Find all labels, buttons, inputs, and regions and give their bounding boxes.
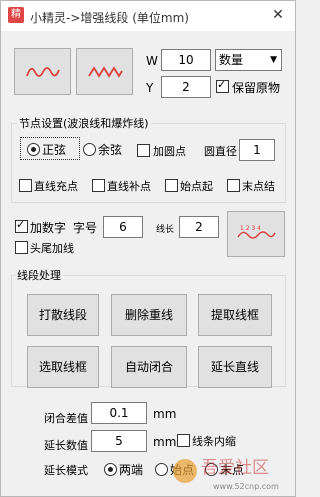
extract-frame-button[interactable]: 提取线框 bbox=[198, 294, 272, 336]
numbered-wave-button[interactable]: 1 2 3 4 bbox=[227, 211, 285, 257]
add-dots-label: 加圆点 bbox=[153, 145, 186, 158]
closure-tolerance-label: 闭合差值 bbox=[44, 412, 88, 425]
closure-tolerance-input[interactable]: 0.1 bbox=[91, 402, 147, 424]
mode-both-ends-radio[interactable] bbox=[104, 463, 117, 476]
title-bar: 精 小精灵->增强线段 (单位mm) ✕ bbox=[1, 1, 295, 31]
add-dots-checkbox[interactable] bbox=[137, 144, 150, 157]
zigzag-wave-icon bbox=[87, 66, 123, 78]
window: 精 小精灵->增强线段 (单位mm) ✕ W 10 数量 ▼ Y 2 保留原物 … bbox=[0, 0, 296, 497]
extend-mode-label: 延长模式 bbox=[44, 464, 88, 477]
zigzag-wave-button[interactable] bbox=[76, 48, 133, 95]
sine-wave-icon bbox=[25, 67, 60, 77]
numbered-wave-icon: 1 2 3 4 bbox=[237, 225, 276, 239]
close-button[interactable]: ✕ bbox=[263, 3, 293, 27]
add-number-checkbox[interactable] bbox=[15, 218, 28, 233]
watermark-url: www.52cnp.com bbox=[213, 482, 279, 491]
line-supplement-label: 直线补点 bbox=[107, 180, 151, 193]
diameter-label: 圆直径 bbox=[204, 145, 237, 158]
extend-value-label: 延长数值 bbox=[44, 439, 88, 452]
line-fill-checkbox[interactable] bbox=[19, 179, 32, 192]
mode-start-radio[interactable] bbox=[155, 463, 168, 476]
closure-unit: mm bbox=[153, 407, 177, 421]
window-title: 小精灵->增强线段 (单位mm) bbox=[30, 11, 189, 25]
w-label: W bbox=[146, 54, 158, 68]
explode-lines-button[interactable]: 打散线段 bbox=[27, 294, 99, 336]
line-length-input[interactable]: 2 bbox=[179, 216, 219, 238]
watermark-text: 吾爱社区 bbox=[201, 458, 269, 478]
line-fill-label: 直线充点 bbox=[34, 180, 78, 193]
auto-close-button[interactable]: 自动闭合 bbox=[111, 346, 187, 388]
app-icon: 精 bbox=[8, 7, 24, 23]
line-processing-title: 线段处理 bbox=[15, 267, 63, 283]
keep-original-label: 保留原物 bbox=[232, 81, 281, 95]
head-tail-checkbox[interactable] bbox=[15, 241, 28, 254]
node-settings-title: 节点设置(波浪线和爆炸线) bbox=[17, 115, 151, 131]
sine-radio[interactable] bbox=[27, 143, 40, 156]
delete-duplicate-lines-button[interactable]: 删除重线 bbox=[111, 294, 187, 336]
chevron-down-icon: ▼ bbox=[270, 55, 277, 65]
mode-select[interactable]: 数量 ▼ bbox=[215, 49, 282, 71]
start-point-label: 始点起 bbox=[180, 180, 213, 193]
extend-value-input[interactable]: 5 bbox=[91, 430, 147, 452]
line-supplement-checkbox[interactable] bbox=[92, 179, 105, 192]
w-input[interactable]: 10 bbox=[161, 49, 211, 71]
svg-text:1 2 3 4: 1 2 3 4 bbox=[240, 225, 261, 232]
extend-line-button[interactable]: 延长直线 bbox=[198, 346, 272, 388]
diameter-input[interactable]: 1 bbox=[239, 139, 275, 161]
sine-radio-label: 正弦 bbox=[42, 143, 67, 157]
end-point-label: 末点结 bbox=[242, 180, 275, 193]
font-size-input[interactable]: 6 bbox=[103, 216, 143, 238]
add-number-label: 加数字 bbox=[30, 221, 67, 235]
sine-wave-button[interactable] bbox=[14, 48, 71, 95]
head-tail-label: 头尾加线 bbox=[30, 242, 74, 255]
end-point-checkbox[interactable] bbox=[227, 179, 240, 192]
keep-original-checkbox[interactable] bbox=[216, 78, 229, 93]
y-input[interactable]: 2 bbox=[161, 76, 211, 98]
font-size-label: 字号 bbox=[73, 221, 98, 235]
start-point-checkbox[interactable] bbox=[165, 179, 178, 192]
select-frame-button[interactable]: 选取线框 bbox=[27, 346, 99, 388]
y-label: Y bbox=[146, 81, 154, 95]
line-length-label: 线长 bbox=[156, 225, 175, 235]
watermark-logo: 吾爱社区 www.52cnp.com bbox=[173, 458, 279, 491]
cosine-radio[interactable] bbox=[83, 143, 96, 156]
cosine-radio-label: 余弦 bbox=[98, 143, 123, 157]
mode-both-ends-label: 两端 bbox=[119, 463, 144, 477]
mode-select-value: 数量 bbox=[219, 53, 244, 67]
